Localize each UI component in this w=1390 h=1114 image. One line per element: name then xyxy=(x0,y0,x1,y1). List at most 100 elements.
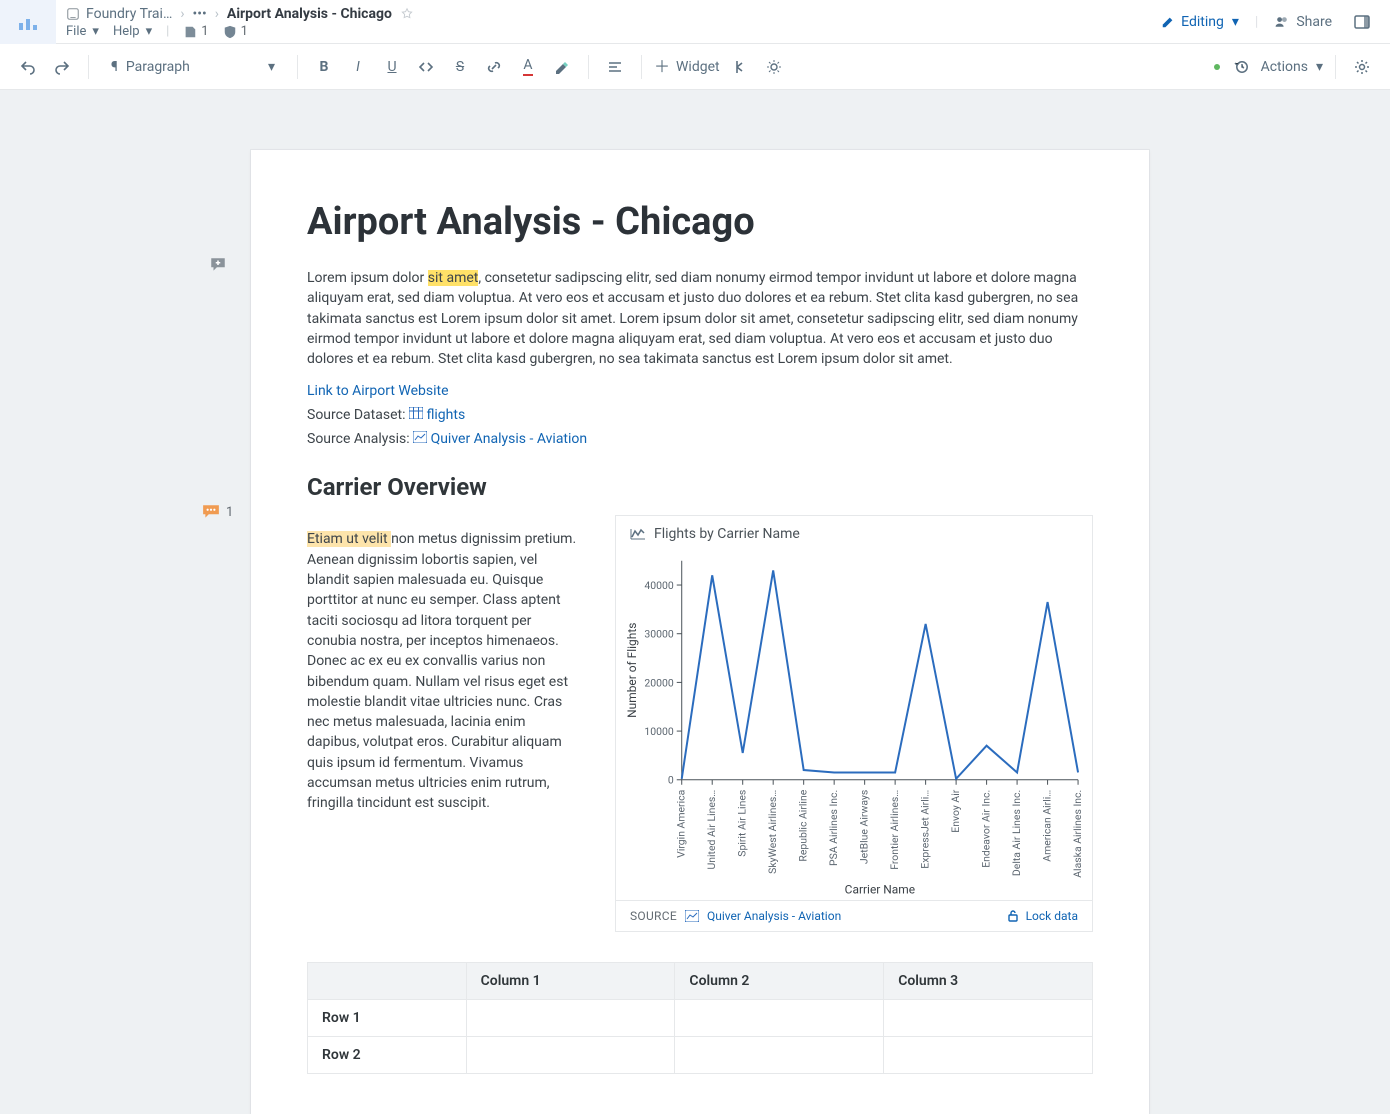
svg-text:40000: 40000 xyxy=(644,580,673,593)
file-menu[interactable]: File▾ xyxy=(66,24,99,39)
star-icon[interactable] xyxy=(400,7,414,21)
doc-h2[interactable]: Carrier Overview xyxy=(307,473,1093,501)
table-col-header[interactable]: Column 2 xyxy=(675,963,884,1000)
chart-source-link[interactable]: Quiver Analysis - Aviation xyxy=(707,909,841,923)
analysis-icon xyxy=(413,431,427,443)
carrier-paragraph[interactable]: Etiam ut velit non metus dignissim preti… xyxy=(307,529,579,813)
pencil-icon xyxy=(1161,15,1175,29)
app-logo[interactable] xyxy=(0,0,56,44)
code-icon xyxy=(418,59,434,75)
airport-website-link[interactable]: Link to Airport Website xyxy=(307,383,449,399)
redo-icon xyxy=(54,59,70,75)
status-dot xyxy=(1213,63,1221,71)
app-header: Foundry Trai… › ••• › Airport Analysis -… xyxy=(0,0,1390,44)
align-left-icon xyxy=(607,59,623,75)
cursor-right-icon xyxy=(733,59,747,75)
doc-h1[interactable]: Airport Analysis - Chicago xyxy=(307,200,1093,244)
breadcrumb: Foundry Trai… › ••• › Airport Analysis -… xyxy=(66,6,1151,22)
chart-title: Flights by Carrier Name xyxy=(654,526,800,542)
source-analysis-label: Source Analysis: xyxy=(307,431,413,447)
data-table[interactable]: Column 1Column 2Column 3 Row 1Row 2 xyxy=(307,962,1093,1074)
help-menu[interactable]: Help▾ xyxy=(113,24,152,39)
underline-button[interactable]: U xyxy=(378,53,406,81)
svg-text:10000: 10000 xyxy=(644,726,673,739)
comment-icon xyxy=(202,504,220,520)
comment-indicator[interactable]: 1 xyxy=(202,504,233,520)
strike-button[interactable]: S xyxy=(446,53,474,81)
chevron-right-icon: › xyxy=(180,6,184,22)
align-button[interactable] xyxy=(601,53,629,81)
italic-button[interactable]: I xyxy=(344,53,372,81)
chevron-right-icon: › xyxy=(215,6,219,22)
share-button[interactable]: Share xyxy=(1274,14,1332,30)
lock-data-button[interactable]: Lock data xyxy=(1006,909,1078,923)
svg-text:Carrier Name: Carrier Name xyxy=(845,883,915,897)
source-analysis-link[interactable]: Quiver Analysis - Aviation xyxy=(431,431,588,447)
bold-button[interactable]: B xyxy=(310,53,338,81)
table-col-header[interactable]: Column 3 xyxy=(884,963,1093,1000)
intro-paragraph[interactable]: Lorem ipsum dolor sit amet, consetetur s… xyxy=(307,268,1093,369)
svg-text:Alaska Airlines Inc.: Alaska Airlines Inc. xyxy=(1071,790,1084,878)
logo-bars-icon xyxy=(16,10,40,34)
highlight-button[interactable] xyxy=(548,53,576,81)
table-cell[interactable] xyxy=(466,1000,675,1037)
block-style-dropdown[interactable]: ¶Paragraph ▾ xyxy=(101,52,285,82)
svg-text:20000: 20000 xyxy=(644,677,673,690)
svg-text:0: 0 xyxy=(668,774,674,787)
svg-text:PSA Airlines Inc.: PSA Airlines Inc. xyxy=(827,790,840,866)
sidebar-toggle[interactable] xyxy=(1348,8,1376,36)
breadcrumb-more[interactable]: ••• xyxy=(193,6,207,22)
table-col-header[interactable]: Column 1 xyxy=(466,963,675,1000)
table-row[interactable]: Row 1 xyxy=(308,1000,1093,1037)
code-button[interactable] xyxy=(412,53,440,81)
breadcrumb-title[interactable]: Airport Analysis - Chicago xyxy=(227,6,392,22)
breadcrumb-project[interactable]: Foundry Trai… xyxy=(66,6,172,22)
table-cell[interactable] xyxy=(675,1000,884,1037)
chart-plot-area: 010000200003000040000Number of FlightsVi… xyxy=(616,550,1092,900)
undo-icon xyxy=(20,59,36,75)
svg-text:Envoy Air: Envoy Air xyxy=(949,790,962,833)
secure-indicator[interactable]: 1 xyxy=(223,24,248,39)
table-cell[interactable] xyxy=(675,1037,884,1074)
redo-button[interactable] xyxy=(48,53,76,81)
insert-widget-button[interactable]: ＋Widget xyxy=(654,59,720,75)
document-page: Airport Analysis - Chicago Lorem ipsum d… xyxy=(251,150,1149,1114)
auto-widget-button[interactable] xyxy=(760,53,788,81)
svg-text:United Air Lines…: United Air Lines… xyxy=(705,790,718,870)
text-color-button[interactable]: A xyxy=(514,53,542,81)
svg-text:Endeavor Air Inc.: Endeavor Air Inc. xyxy=(980,790,993,868)
table-row-header: Row 1 xyxy=(308,1000,467,1037)
sparkle-gear-icon xyxy=(766,59,782,75)
svg-text:ExpressJet Airli…: ExpressJet Airli… xyxy=(919,790,932,869)
source-dataset-link[interactable]: flights xyxy=(426,407,465,423)
analysis-icon xyxy=(685,910,699,922)
settings-button[interactable] xyxy=(1348,53,1376,81)
insert-cursor-button[interactable] xyxy=(726,53,754,81)
svg-text:Spirit Air Lines: Spirit Air Lines xyxy=(736,790,749,857)
svg-text:Republic Airline: Republic Airline xyxy=(797,790,810,862)
table-cell[interactable] xyxy=(466,1037,675,1074)
comment-plus-icon xyxy=(209,256,227,274)
table-cell[interactable] xyxy=(884,1000,1093,1037)
add-comment-gutter[interactable] xyxy=(209,256,227,278)
svg-text:SkyWest Airlines…: SkyWest Airlines… xyxy=(766,790,779,874)
save-indicator[interactable]: 1 xyxy=(183,24,208,39)
actions-dropdown[interactable]: Actions▾ xyxy=(1261,59,1323,75)
chart-header: Flights by Carrier Name xyxy=(616,516,1092,550)
editing-mode-button[interactable]: Editing ▾ xyxy=(1161,14,1239,30)
history-button[interactable] xyxy=(1227,53,1255,81)
svg-text:Frontier Airlines…: Frontier Airlines… xyxy=(888,790,901,870)
table-row[interactable]: Row 2 xyxy=(308,1037,1093,1074)
chart-widget[interactable]: Flights by Carrier Name 0100002000030000… xyxy=(615,515,1093,932)
pilcrow-icon: ¶ xyxy=(111,59,118,75)
table-cell[interactable] xyxy=(884,1037,1093,1074)
link-button[interactable] xyxy=(480,53,508,81)
link-icon xyxy=(486,59,502,75)
undo-button[interactable] xyxy=(14,53,42,81)
highlight-icon xyxy=(554,59,570,75)
formatting-toolbar: ¶Paragraph ▾ B I U S A ＋Widget Actions▾ xyxy=(0,44,1390,90)
dataset-icon xyxy=(409,407,423,419)
people-icon xyxy=(1274,15,1290,29)
svg-text:Delta Air Lines Inc.: Delta Air Lines Inc. xyxy=(1010,790,1023,876)
table-row-header: Row 2 xyxy=(308,1037,467,1074)
